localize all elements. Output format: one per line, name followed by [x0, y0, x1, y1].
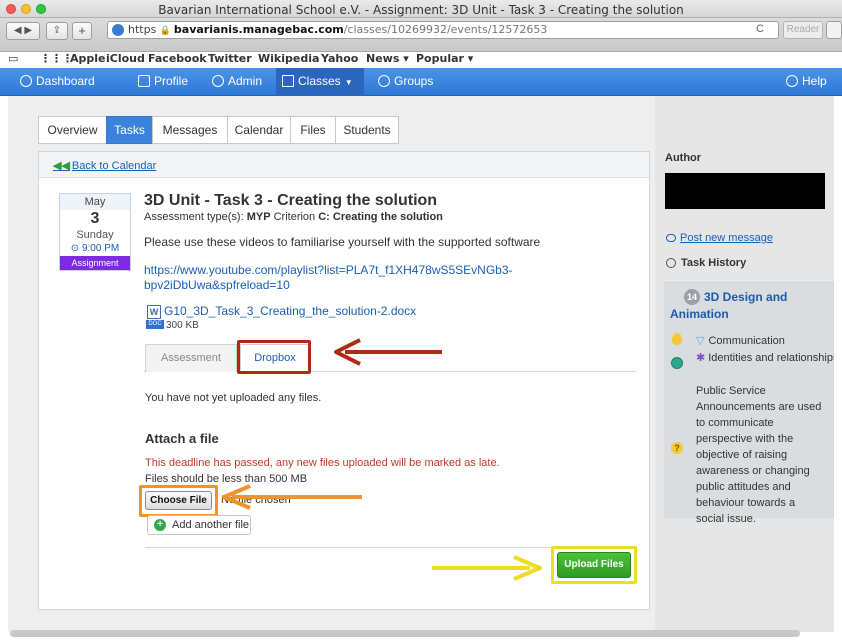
nav-profile[interactable]: Profile [132, 68, 196, 96]
nav-help[interactable]: Help [780, 68, 835, 96]
word-doc-icon: W DOC [146, 305, 164, 331]
task-type-badge: Assignment [60, 256, 130, 270]
attach-heading: Attach a file [145, 431, 219, 446]
bookmark-yahoo[interactable]: Yahoo [321, 52, 358, 65]
help-icon [786, 75, 798, 87]
admin-icon [212, 75, 224, 87]
dashboard-icon [20, 75, 32, 87]
video-playlist-link[interactable]: https://www.youtube.com/playlist?list=PL… [144, 263, 544, 293]
back-to-calendar-link[interactable]: ◀◀ Back to Calendar [53, 159, 156, 172]
assessment-type: Assessment type(s): MYP Criterion C: Cre… [144, 211, 443, 223]
page-title: 3D Unit - Task 3 - Creating the solution [144, 192, 438, 209]
tab-tasks[interactable]: Tasks [106, 116, 153, 144]
window-titlebar: Bavarian International School e.V. - Ass… [0, 0, 842, 18]
tab-files[interactable]: Files [290, 116, 336, 144]
bookmarks-bar: ▭ ⋮⋮⋮ Apple iCloud Facebook Twitter Wiki… [0, 51, 842, 67]
share-icon[interactable]: ⇪ [46, 22, 68, 40]
date-weekday: Sunday [76, 229, 114, 241]
browser-toolbar: ◀ ▶ ⇪ + https 🔒 bavarianis.managebac.com… [0, 18, 842, 52]
address-bar[interactable]: https 🔒 bavarianis.managebac.com/classes… [107, 21, 779, 39]
no-file-chosen-text: No file chosen [221, 494, 291, 506]
date-time: ⊙ 9:00 PM [70, 243, 120, 254]
question-icon: ? [671, 442, 683, 454]
task-history-link[interactable]: Task History [666, 257, 746, 269]
date-day: 3 [90, 210, 100, 227]
lightbulb-icon [672, 333, 682, 345]
nav-dashboard[interactable]: Dashboard [14, 68, 103, 96]
tab-messages[interactable]: Messages [152, 116, 228, 144]
window-title: Bavarian International School e.V. - Ass… [158, 3, 684, 17]
top-sites-icon[interactable]: ⋮⋮⋮ [40, 52, 73, 65]
downloads-button[interactable] [826, 21, 842, 39]
clock-icon [666, 258, 676, 269]
double-arrow-left-icon: ◀◀ [53, 160, 70, 172]
statement-of-inquiry: Public Service Announcements are used to… [696, 385, 822, 525]
groups-icon [378, 75, 390, 87]
tab-students[interactable]: Students [335, 116, 399, 144]
post-new-message-link[interactable]: Post new message [666, 232, 773, 244]
reading-list-icon[interactable]: ▭ [8, 52, 18, 65]
dropbox-highlight [237, 340, 311, 374]
nav-groups[interactable]: Groups [372, 68, 441, 96]
lock-icon: 🔒 [159, 26, 174, 36]
horizontal-scrollbar[interactable] [10, 630, 800, 637]
chevron-down-icon: ▼ [344, 78, 353, 87]
size-note: Files should be less than 500 MB [145, 473, 308, 485]
task-description: Please use these videos to familiarise y… [144, 235, 541, 249]
back-forward-buttons[interactable]: ◀ ▶ [6, 22, 40, 40]
concept-identities: ✱ Identities and relationships [696, 352, 839, 364]
globe-icon [671, 357, 683, 369]
plus-icon: + [154, 519, 166, 531]
classes-icon [282, 75, 294, 87]
reload-icon[interactable]: C [756, 23, 764, 35]
message-bubble-icon [666, 234, 676, 243]
bookmark-icloud[interactable]: iCloud [106, 52, 145, 65]
new-tab-button[interactable]: + [72, 22, 92, 40]
reader-button[interactable]: Reader [783, 21, 823, 39]
profile-icon [138, 75, 150, 87]
bookmark-wikipedia[interactable]: Wikipedia [258, 52, 319, 65]
author-label: Author [665, 152, 702, 164]
url-host: bavarianis.managebac.com [173, 23, 344, 36]
communication-icon: ▽ [696, 335, 705, 347]
tab-calendar[interactable]: Calendar [227, 116, 291, 144]
attachment-size: 300 KB [166, 320, 199, 331]
add-another-file-button[interactable]: + Add another file [147, 515, 251, 535]
back-bar: ◀◀ Back to Calendar [39, 152, 649, 178]
bookmark-popular[interactable]: Popular ▾ [416, 52, 473, 65]
bookmark-apple[interactable]: Apple [70, 52, 106, 65]
globe-icon [112, 24, 124, 36]
bookmark-news[interactable]: News ▾ [366, 52, 409, 65]
author-redacted [665, 173, 825, 209]
concept-communication: ▽ Communication [696, 335, 785, 347]
bookmark-twitter[interactable]: Twitter [208, 52, 252, 65]
deadline-warning: This deadline has passed, any new files … [145, 457, 500, 469]
subtab-assessment[interactable]: Assessment [145, 344, 237, 372]
site-nav: Dashboard Profile Admin Classes ▼ Groups … [0, 68, 842, 96]
nav-classes[interactable]: Classes ▼ [276, 68, 364, 96]
url-scheme: https [128, 23, 157, 36]
date-month: May [60, 194, 130, 210]
unit-number-badge: 14 [684, 289, 700, 305]
bookmark-facebook[interactable]: Facebook [148, 52, 207, 65]
attachment-link[interactable]: G10_3D_Task_3_Creating_the_solution-2.do… [164, 304, 416, 318]
choose-file-button[interactable]: Choose File [145, 491, 212, 510]
tab-overview[interactable]: Overview [38, 116, 107, 144]
upload-files-button[interactable]: Upload Files [557, 552, 631, 578]
task-card: ◀◀ Back to Calendar May 3 Sunday ⊙ 9:00 P… [38, 151, 650, 610]
nav-admin[interactable]: Admin [206, 68, 270, 96]
right-edge [834, 96, 842, 632]
date-box: May 3 Sunday ⊙ 9:00 PM Assignment [59, 193, 131, 271]
no-files-message: You have not yet uploaded any files. [145, 392, 322, 404]
identities-icon: ✱ [696, 352, 706, 364]
url-path: /classes/10269932/events/12572653 [343, 23, 548, 36]
